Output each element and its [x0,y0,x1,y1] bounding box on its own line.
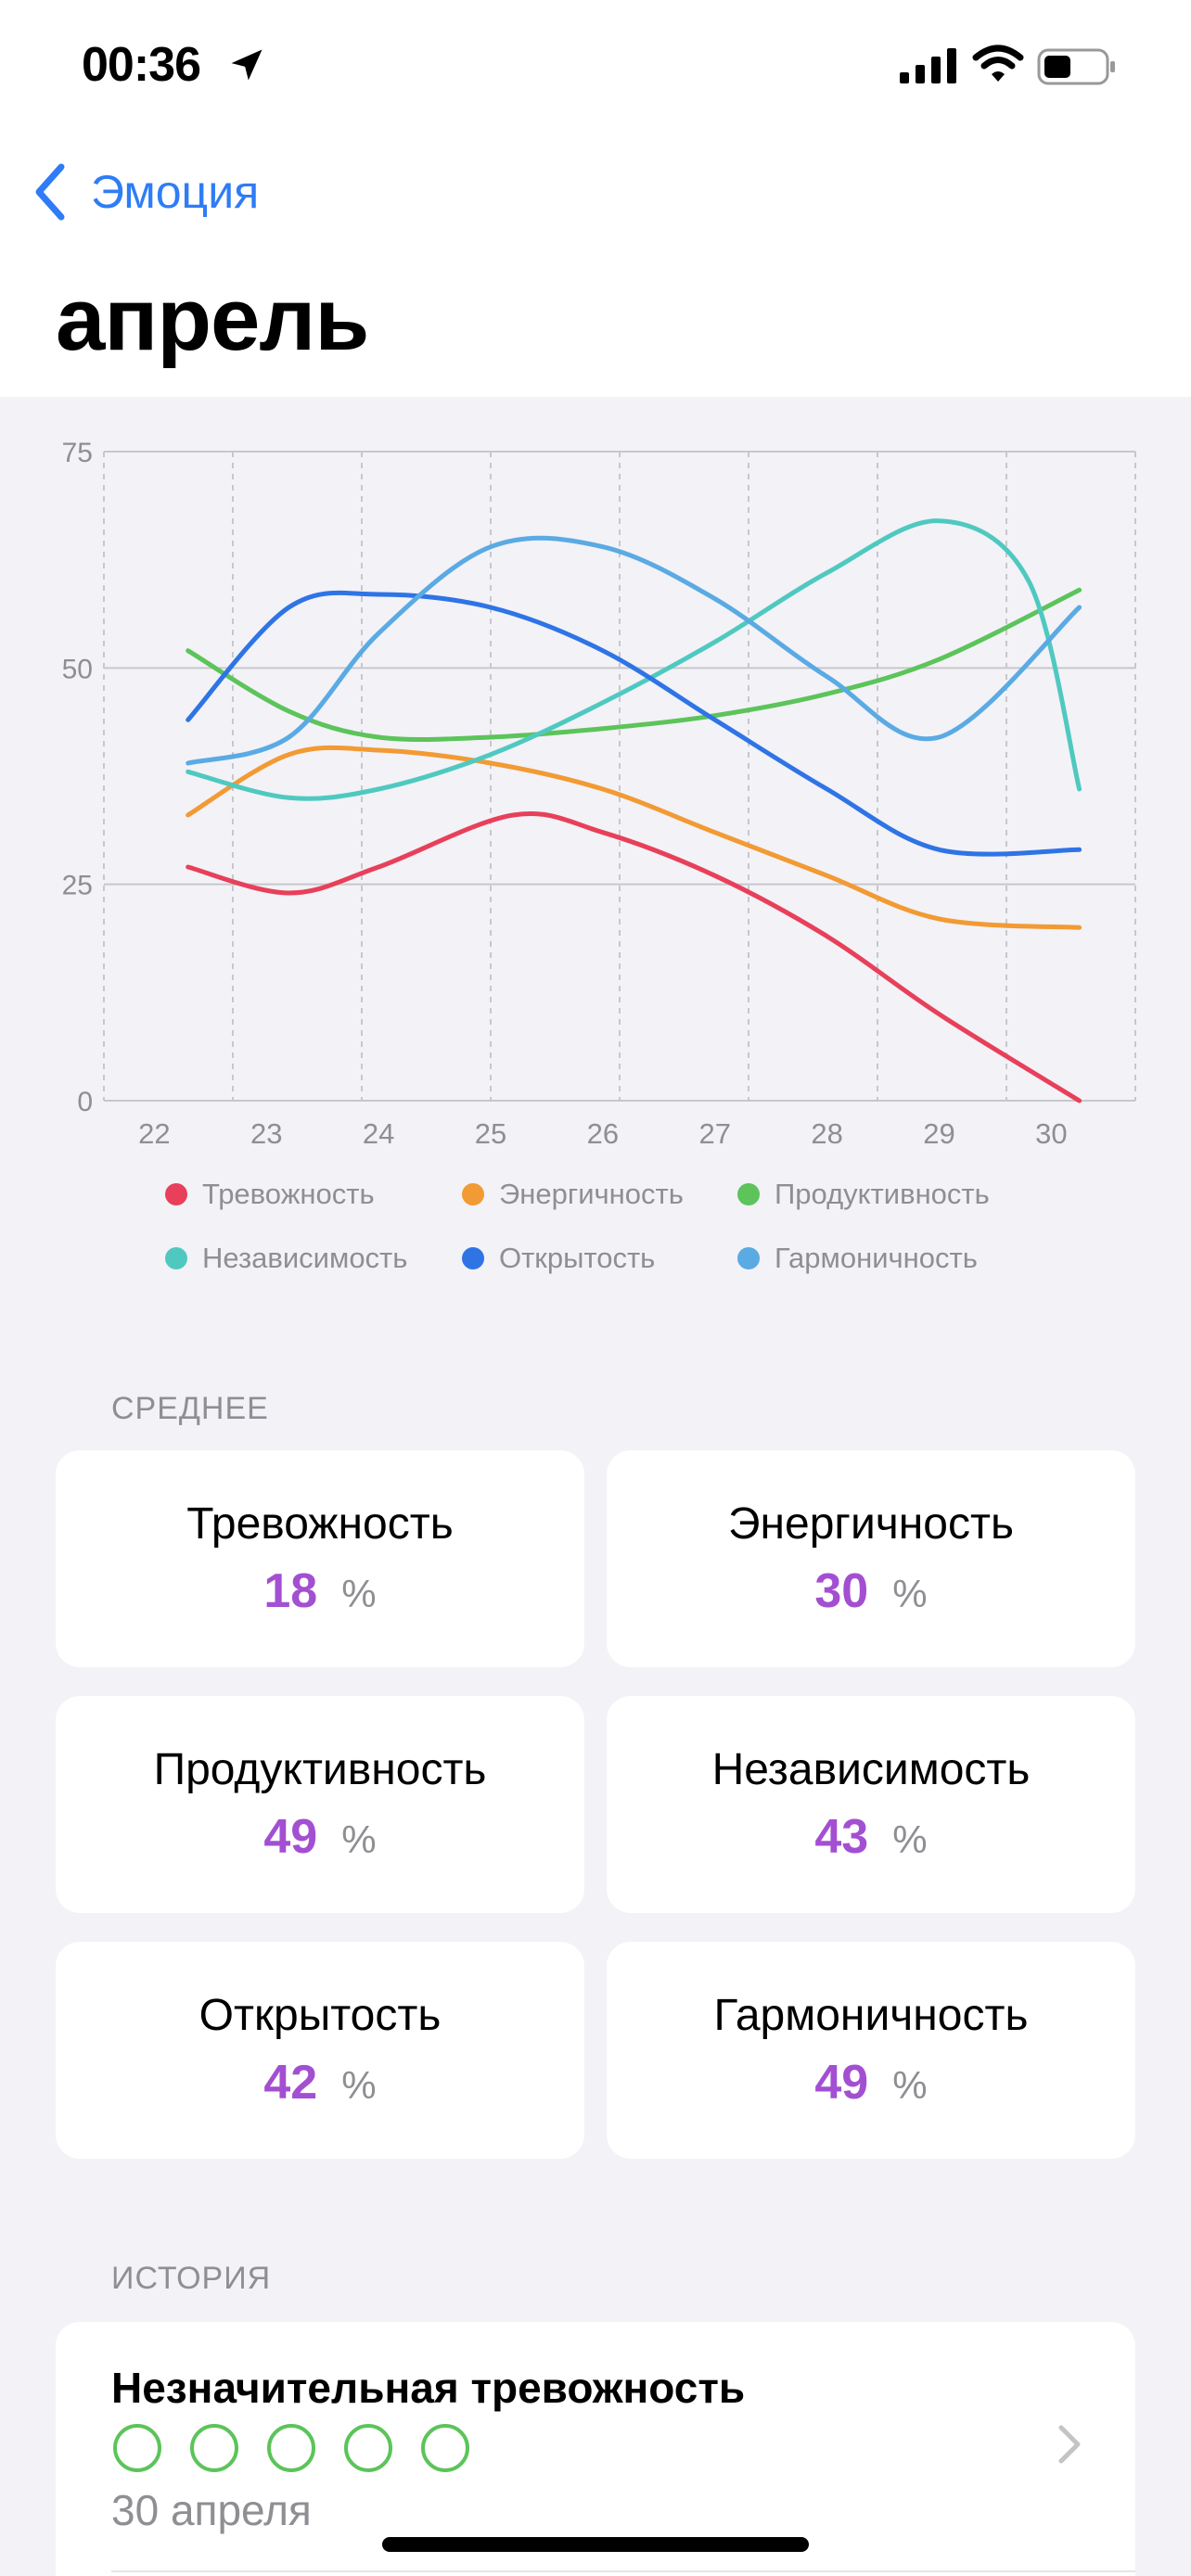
average-card: Энергичность 30% [607,1450,1135,1667]
status-time: 00:36 [82,38,201,92]
series-line [186,587,1082,742]
x-tick-label: 28 [811,1117,842,1150]
page-title: апрель [56,270,369,369]
legend-dot-icon [462,1247,484,1269]
x-tick-label: 30 [1035,1117,1067,1150]
divider [111,2570,1135,2572]
average-card-value: 49 [263,1810,318,1864]
battery-icon [1037,48,1115,85]
legend-dot-icon [737,1247,760,1269]
average-card-title: Продуктивность [153,1745,487,1794]
average-card-title: Гармоничность [713,1991,1029,2040]
series-line [186,535,1082,766]
average-card-value: 30 [814,1564,869,1618]
legend-label: Гармоничность [775,1242,978,1274]
rating-circle-icon [344,2424,392,2472]
averages-section-label: СРЕДНЕЕ [111,1391,269,1426]
chevron-left-icon [35,163,65,221]
x-tick-label: 26 [587,1117,619,1150]
legend-label: Открытость [499,1242,656,1274]
average-card-unit: % [341,1817,377,1861]
average-card-unit: % [892,2063,928,2107]
average-card-value: 43 [814,1810,869,1864]
average-card: Продуктивность 49% [56,1696,584,1913]
chevron-right-icon [1058,2425,1081,2464]
average-card: Открытость 42% [56,1942,584,2159]
average-card: Гармоничность 49% [607,1942,1135,2159]
average-card-value: 18 [263,1564,318,1618]
average-card-title: Тревожность [186,1499,454,1549]
average-card: Тревожность 18% [56,1450,584,1667]
x-tick-label: 25 [475,1117,506,1150]
rating-circle-icon [421,2424,469,2472]
legend-dot-icon [165,1183,187,1205]
history-entry-title: Незначительная тревожность [111,2364,746,2412]
rating-circle-icon [113,2424,161,2472]
y-tick-label: 75 [62,438,93,468]
legend-dot-icon [165,1247,187,1269]
history-section-label: ИСТОРИЯ [111,2261,272,2296]
legend-item: Открытость [462,1242,655,1275]
x-tick-label: 27 [698,1117,730,1150]
back-button[interactable]: Эмоция [32,159,259,224]
legend-dot-icon [462,1183,484,1205]
average-card-unit: % [341,2063,377,2107]
x-tick-label: 24 [363,1117,394,1150]
x-tick-label: 22 [138,1117,170,1150]
average-card-unit: % [892,1572,928,1615]
legend-item: Тревожность [165,1178,375,1211]
y-tick-label: 50 [62,654,93,684]
cellular-signal-icon [900,48,956,83]
average-card-unit: % [341,1572,377,1615]
wifi-icon [972,45,1024,82]
legend-label: Продуктивность [775,1178,990,1210]
average-card: Независимость 43% [607,1696,1135,1913]
average-card-value: 42 [263,2056,318,2110]
average-card-title: Независимость [711,1745,1031,1794]
legend-label: Тревожность [202,1178,375,1210]
y-tick-label: 25 [62,871,93,901]
history-entry-date: 30 апреля [111,2486,312,2534]
legend-item: Продуктивность [737,1178,990,1211]
series-line [186,745,1082,930]
rating-circle-icon [190,2424,238,2472]
home-indicator [382,2537,809,2552]
average-card-title: Открытость [198,1991,442,2040]
x-tick-label: 23 [250,1117,282,1150]
legend-item: Энергичность [462,1178,684,1211]
average-card-value: 49 [814,2056,869,2110]
y-tick-label: 0 [77,1087,93,1117]
series-line [186,810,1082,1103]
average-card-title: Энергичность [728,1499,1014,1549]
back-button-label: Эмоция [91,166,260,218]
series-line [186,518,1082,801]
average-card-unit: % [892,1817,928,1861]
status-bar: 00:36 [0,0,1191,134]
x-tick-label: 29 [923,1117,954,1150]
location-arrow-icon [231,49,263,81]
legend-label: Энергичность [499,1178,684,1210]
legend-item: Гармоничность [737,1242,978,1275]
legend-item: Независимость [165,1242,407,1275]
legend-dot-icon [737,1183,760,1205]
rating-circle-icon [267,2424,315,2472]
rating-circles [113,2424,498,2472]
legend-label: Независимость [202,1242,408,1274]
